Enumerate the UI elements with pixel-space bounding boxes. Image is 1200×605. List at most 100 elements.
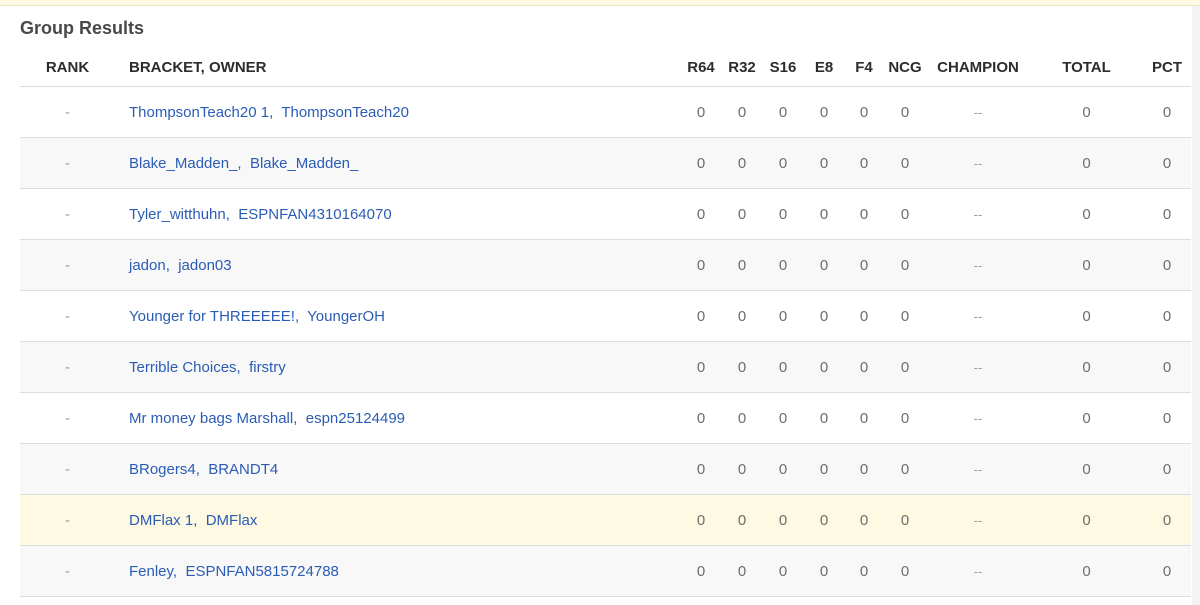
bracket-owner-cell: jadon, jadon03 [115, 239, 680, 291]
bracket-name-link[interactable]: DMFlax 1 [129, 512, 193, 529]
r32-cell: 0 [722, 545, 762, 597]
bracket-name-link[interactable]: Fenley [129, 563, 173, 580]
champion-cell: -- [926, 188, 1030, 240]
ncg-cell: 0 [884, 443, 926, 495]
bracket-owner-cell: Blake_Madden_, Blake_Madden_ [115, 137, 680, 189]
table-row: - BRogers4, BRANDT4 0 0 0 0 0 0 -- 0 0 [20, 443, 1191, 495]
owner-name-link[interactable]: ESPNFAN5815724788 [185, 563, 338, 580]
rank-cell: - [20, 137, 115, 189]
champion-cell: -- [926, 290, 1030, 342]
owner-name-link[interactable]: YoungerOH [307, 308, 385, 325]
bracket-owner-cell: Fenley, ESPNFAN5815724788 [115, 545, 680, 597]
champion-cell: -- [926, 392, 1030, 444]
bracket-name-link[interactable]: jadon [129, 257, 166, 274]
owner-name-link[interactable]: ESPNFAN4310164070 [238, 206, 391, 223]
s16-cell: 0 [762, 137, 804, 189]
total-cell: 0 [1030, 188, 1143, 240]
owner-name-link[interactable]: espn25124499 [306, 410, 405, 427]
owner-name-link[interactable]: firstry [249, 359, 286, 376]
bracket-name-link[interactable]: Terrible Choices [129, 359, 237, 376]
col-header-r64: R64 [680, 48, 722, 87]
table-row: - Terrible Choices, firstry 0 0 0 0 0 0 … [20, 341, 1191, 393]
bracket-name-link[interactable]: Mr money bags Marshall [129, 410, 293, 427]
f4-cell: 0 [844, 86, 884, 138]
e8-cell: 0 [804, 86, 844, 138]
separator: , [165, 256, 179, 274]
total-cell: 0 [1030, 545, 1143, 597]
bracket-name-link[interactable]: BRogers4 [129, 461, 196, 478]
e8-cell: 0 [804, 392, 844, 444]
e8-cell: 0 [804, 545, 844, 597]
table-row: - jadon, jadon03 0 0 0 0 0 0 -- 0 0 [20, 239, 1191, 291]
s16-cell: 0 [762, 545, 804, 597]
champion-cell: -- [926, 137, 1030, 189]
owner-name-link[interactable]: jadon03 [178, 257, 231, 274]
ncg-cell: 0 [884, 188, 926, 240]
pct-cell: 0 [1143, 239, 1191, 291]
bracket-name-link[interactable]: ThompsonTeach20 1 [129, 104, 269, 121]
rank-cell: - [20, 188, 115, 240]
r32-cell: 0 [722, 443, 762, 495]
bracket-name-link[interactable]: Blake_Madden_ [129, 155, 237, 172]
table-row: - Younger for THREEEEE!, YoungerOH 0 0 0… [20, 290, 1191, 342]
s16-cell: 0 [762, 494, 804, 546]
bracket-owner-cell: Tyler_witthuhn, ESPNFAN4310164070 [115, 188, 680, 240]
separator: , [237, 154, 250, 172]
owner-name-link[interactable]: Blake_Madden_ [250, 155, 358, 172]
ncg-cell: 0 [884, 494, 926, 546]
r32-cell: 0 [722, 137, 762, 189]
total-cell: 0 [1030, 86, 1143, 138]
rank-cell: - [20, 290, 115, 342]
r64-cell: 0 [680, 137, 722, 189]
f4-cell: 0 [844, 392, 884, 444]
separator: , [195, 460, 209, 478]
e8-cell: 0 [804, 443, 844, 495]
bracket-name-link[interactable]: Younger for THREEEEE! [129, 308, 295, 325]
f4-cell: 0 [844, 545, 884, 597]
ncg-cell: 0 [884, 341, 926, 393]
pct-cell: 0 [1143, 341, 1191, 393]
separator: , [294, 307, 308, 325]
r64-cell: 0 [680, 443, 722, 495]
r32-cell: 0 [722, 341, 762, 393]
f4-cell: 0 [844, 494, 884, 546]
pct-cell: 0 [1143, 545, 1191, 597]
separator: , [293, 409, 306, 427]
rank-cell: - [20, 494, 115, 546]
ncg-cell: 0 [884, 137, 926, 189]
ncg-cell: 0 [884, 290, 926, 342]
r64-cell: 0 [680, 392, 722, 444]
pct-cell: 0 [1143, 137, 1191, 189]
pct-cell: 0 [1143, 86, 1191, 138]
bracket-name-link[interactable]: Tyler_witthuhn [129, 206, 226, 223]
ncg-cell: 0 [884, 545, 926, 597]
e8-cell: 0 [804, 137, 844, 189]
bracket-owner-cell: BRogers4, BRANDT4 [115, 443, 680, 495]
r32-cell: 0 [722, 239, 762, 291]
total-cell: 0 [1030, 494, 1143, 546]
f4-cell: 0 [844, 188, 884, 240]
pct-cell: 0 [1143, 392, 1191, 444]
separator: , [236, 358, 250, 376]
group-results-panel: Group Results RANK BRACKET, OWNER R64 R3… [0, 6, 1192, 605]
r64-cell: 0 [680, 494, 722, 546]
r64-cell: 0 [680, 341, 722, 393]
rank-cell: - [20, 443, 115, 495]
separator: , [269, 103, 282, 121]
ncg-cell: 0 [884, 392, 926, 444]
total-cell: 0 [1030, 392, 1143, 444]
f4-cell: 0 [844, 137, 884, 189]
f4-cell: 0 [844, 290, 884, 342]
owner-name-link[interactable]: ThompsonTeach20 [281, 104, 409, 121]
e8-cell: 0 [804, 494, 844, 546]
s16-cell: 0 [762, 239, 804, 291]
total-cell: 0 [1030, 290, 1143, 342]
e8-cell: 0 [804, 239, 844, 291]
bracket-owner-cell: Mr money bags Marshall, espn25124499 [115, 392, 680, 444]
pct-cell: 0 [1143, 290, 1191, 342]
s16-cell: 0 [762, 188, 804, 240]
pct-cell: 0 [1143, 188, 1191, 240]
s16-cell: 0 [762, 392, 804, 444]
owner-name-link[interactable]: DMFlax [206, 512, 258, 529]
owner-name-link[interactable]: BRANDT4 [208, 461, 278, 478]
